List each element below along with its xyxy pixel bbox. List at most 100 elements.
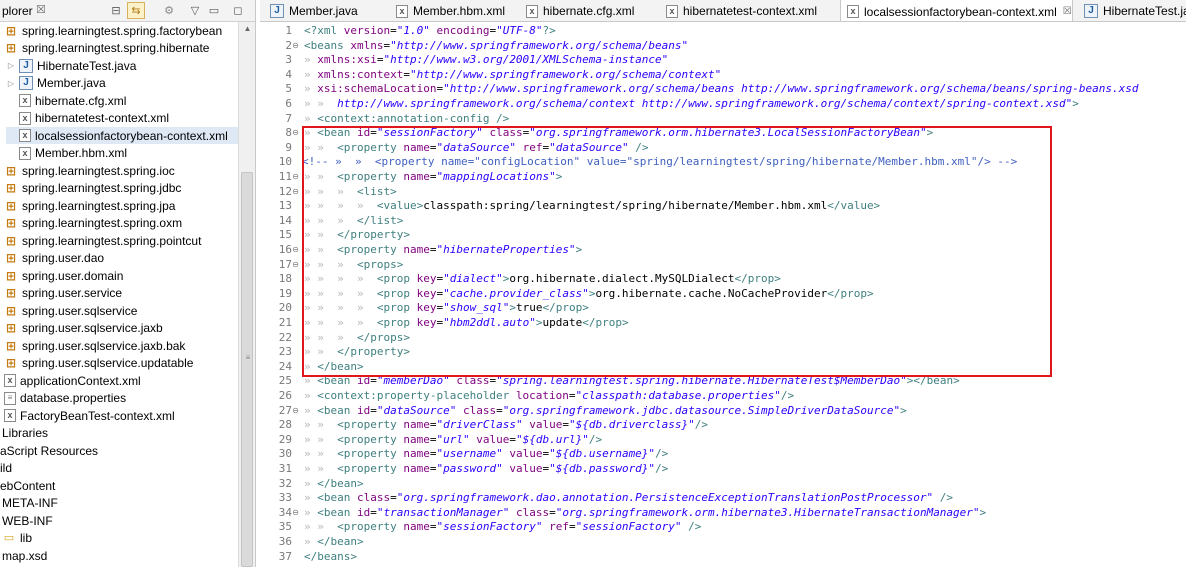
tree-item[interactable]: x hibernate.cfg.xml — [6, 92, 126, 109]
explorer-close-icon[interactable]: ☒ — [36, 3, 46, 16]
tree-item[interactable]: ⊞ spring.user.sqlservice.jaxb.bak — [4, 337, 185, 354]
code-line[interactable]: </beans> — [304, 550, 357, 565]
editor-tab[interactable]: x hibernate.cfg.xml — [520, 0, 634, 21]
tree-item[interactable]: ⊞ spring.user.sqlservice.updatable — [4, 355, 193, 372]
tree-item[interactable]: ⊞ spring.learningtest.spring.jpa — [4, 197, 175, 214]
tree-item[interactable]: aScript Resources — [0, 442, 98, 459]
fold-toggle-icon[interactable]: ⊖ — [291, 506, 300, 521]
collapse-all-icon[interactable]: ⊟ — [107, 2, 125, 19]
tree-item[interactable]: Libraries — [2, 425, 48, 442]
code-line[interactable]: » <bean id="dataSource" class="org.sprin… — [304, 404, 907, 419]
tree-item[interactable]: ⊞ spring.learningtest.spring.jdbc — [4, 180, 181, 197]
tree-item[interactable]: x localsessionfactorybean-context.xml — [6, 127, 238, 144]
tab-close-icon[interactable]: ☒ — [1063, 6, 1072, 17]
code-line[interactable]: <!-- » » <property name="configLocation"… — [302, 155, 1017, 170]
explorer-scrollbar[interactable]: ▲ ≡ — [238, 22, 255, 567]
code-line[interactable]: » » » <props> — [304, 258, 403, 273]
tree-item[interactable]: x applicationContext.xml — [4, 372, 141, 389]
tree-item[interactable]: x Member.hbm.xml — [6, 145, 127, 162]
code-line[interactable]: » » http://www.springframework.org/schem… — [304, 97, 1079, 112]
code-line[interactable]: » » <property name="driverClass" value="… — [304, 418, 708, 433]
maximize-icon[interactable]: ◻ — [229, 2, 247, 19]
code-line[interactable]: » » <property name="url" value="${db.url… — [304, 433, 602, 448]
tree-item[interactable]: ebContent — [0, 477, 55, 494]
code-line[interactable]: » » </property> — [304, 228, 410, 243]
fold-toggle-icon[interactable]: ⊖ — [291, 126, 300, 141]
editor-tab[interactable]: x hibernatetest-context.xml — [660, 0, 817, 21]
tree-item[interactable]: ⊞ spring.learningtest.spring.factorybean — [4, 22, 222, 39]
code-line[interactable]: » » » </list> — [304, 214, 403, 229]
tree-item[interactable]: ▷ J Member.java — [6, 75, 106, 92]
code-line[interactable]: » » » » <prop key="hbm2ddl.auto">update<… — [304, 316, 629, 331]
fold-toggle-icon[interactable]: ⊖ — [291, 39, 300, 54]
code-token: </prop> — [582, 316, 629, 329]
code-line[interactable]: » » <property name="password" value="${d… — [304, 462, 668, 477]
code-line[interactable]: » xmlns:context="http://www.springframew… — [304, 68, 721, 83]
tree-item[interactable]: ▷ J HibernateTest.java — [6, 57, 136, 74]
tree-item[interactable]: ▭ lib — [2, 530, 32, 547]
tree-item[interactable]: map.xsd — [2, 547, 47, 564]
code-line[interactable]: <beans xmlns="http://www.springframework… — [304, 39, 688, 54]
tree-item[interactable]: ⊞ spring.learningtest.spring.pointcut — [4, 232, 201, 249]
tree-item[interactable]: META-INF — [2, 495, 58, 512]
expand-twisty-icon[interactable]: ▷ — [6, 79, 16, 88]
tree-item[interactable]: WEB-INF — [2, 512, 53, 529]
code-line[interactable]: » <bean id="transactionManager" class="o… — [304, 506, 986, 521]
tree-item[interactable]: ⊞ spring.user.domain — [4, 267, 123, 284]
tree-item[interactable]: ⊞ spring.user.service — [4, 285, 122, 302]
code-line[interactable]: » » » » <prop key="dialect">org.hibernat… — [304, 272, 781, 287]
scrollbar-thumb[interactable]: ≡ — [241, 172, 253, 567]
editor-tab[interactable]: x localsessionfactorybean-context.xml ☒ — [840, 0, 1073, 21]
code-line[interactable]: » xmlns:xsi="http://www.w3.org/2001/XMLS… — [304, 53, 668, 68]
code-line[interactable]: » </bean> — [304, 360, 364, 375]
code-line[interactable]: » » » </props> — [304, 331, 410, 346]
code-line[interactable]: » </bean> — [304, 477, 364, 492]
code-line[interactable]: » <bean id="sessionFactory" class="org.s… — [304, 126, 933, 141]
editor-tab[interactable]: J HibernateTest.ja — [1078, 0, 1186, 21]
xml-source-editor[interactable]: 1 2 ⊖ 3 4 5 6 7 8 ⊖ 9 10 11 ⊖ 12 ⊖ 13 14 15 16 ⊖ 17 ⊖ 18 19 20 21 2… — [260, 23, 1186, 567]
code-line[interactable]: » <context:property-placeholder location… — [304, 389, 794, 404]
code-line[interactable]: » » » » <value>classpath:spring/learning… — [304, 199, 880, 214]
code-line[interactable]: <?xml version="1.0" encoding="UTF-8"?> — [304, 24, 556, 39]
editor-tab[interactable]: x Member.hbm.xml — [390, 0, 505, 21]
code-line[interactable]: » » <property name="sessionFactory" ref=… — [304, 520, 701, 535]
scroll-up-arrow-icon[interactable]: ▲ — [239, 24, 255, 33]
code-line[interactable]: » » <property name="username" value="${d… — [304, 447, 668, 462]
tree-item[interactable]: ild — [0, 460, 12, 477]
tree-item[interactable]: x FactoryBeanTest-context.xml — [4, 407, 175, 424]
fold-toggle-icon[interactable]: ⊖ — [291, 170, 300, 185]
fold-toggle-icon[interactable]: ⊖ — [291, 243, 300, 258]
tree-item[interactable]: x hibernatetest-context.xml — [6, 110, 169, 127]
code-line[interactable]: » </bean> — [304, 535, 364, 550]
tree-item[interactable]: ⊞ spring.learningtest.spring.ioc — [4, 162, 175, 179]
fold-toggle-icon[interactable]: ⊖ — [291, 185, 300, 200]
code-area[interactable]: <?xml version="1.0" encoding="UTF-8"?> <b… — [300, 23, 1186, 567]
code-line[interactable]: » » » » <prop key="show_sql">true</prop> — [304, 301, 589, 316]
tree-item[interactable]: ≡ database.properties — [4, 390, 126, 407]
link-with-editor-icon[interactable]: ⇆ — [127, 2, 145, 19]
code-line[interactable]: » » » » <prop key="cache.provider_class"… — [304, 287, 874, 302]
tree-item[interactable]: ⊞ spring.learningtest.spring.oxm — [4, 215, 182, 232]
code-line[interactable]: » » <property name="dataSource" ref="dat… — [304, 141, 648, 156]
tree-item[interactable]: ⊞ spring.learningtest.spring.hibernate — [4, 40, 209, 57]
fold-toggle-icon[interactable]: ⊖ — [291, 404, 300, 419]
code-line[interactable]: » » » <list> — [304, 185, 397, 200]
tree-item-label: Member.java — [37, 76, 106, 90]
view-menu-icon[interactable]: ▽ — [186, 2, 204, 19]
explorer-tab-title[interactable]: plorer — [2, 4, 33, 18]
fold-toggle-icon[interactable]: ⊖ — [291, 258, 300, 273]
code-line[interactable]: » <bean id="memberDao" class="spring.lea… — [304, 374, 960, 389]
tree-item[interactable]: ⊞ spring.user.dao — [4, 250, 104, 267]
tree-item[interactable]: ⊞ spring.user.sqlservice — [4, 302, 137, 319]
minimize-icon[interactable]: ▭ — [205, 2, 223, 19]
code-line[interactable]: » » <property name="mappingLocations"> — [304, 170, 562, 185]
filter-icon[interactable]: ⚙ — [160, 2, 178, 19]
code-line[interactable]: » » <property name="hibernateProperties"… — [304, 243, 582, 258]
editor-tab[interactable]: J Member.java — [264, 0, 358, 21]
code-line[interactable]: » <bean class="org.springframework.dao.a… — [304, 491, 953, 506]
tree-item[interactable]: ⊞ spring.user.sqlservice.jaxb — [4, 320, 163, 337]
code-line[interactable]: » <context:annotation-config /> — [304, 112, 509, 127]
code-line[interactable]: » xsi:schemaLocation="http://www.springf… — [304, 82, 1138, 97]
code-line[interactable]: » » </property> — [304, 345, 410, 360]
expand-twisty-icon[interactable]: ▷ — [6, 61, 16, 70]
